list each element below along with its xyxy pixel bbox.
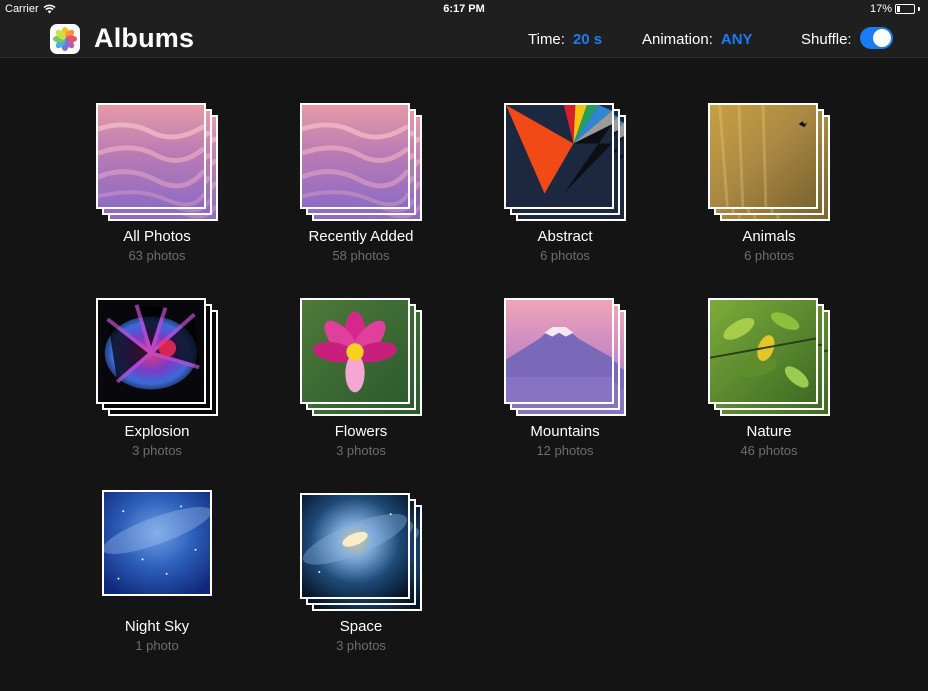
time-value[interactable]: 20 s [573,31,602,48]
animation-value[interactable]: ANY [721,31,753,48]
album-thumbnail [102,490,212,596]
album-count: 1 photo [135,638,179,653]
album-thumbnail [300,298,410,404]
album-name: Animals [742,228,796,245]
album-count: 3 photos [336,638,386,653]
album-item[interactable]: Recently Added 58 photos [281,100,441,270]
album-thumbnail [504,103,614,209]
album-name: Space [339,618,383,635]
album-item[interactable]: Space 3 photos [281,490,441,660]
battery-percent: 17% [869,3,892,15]
album-thumbnail [708,103,818,209]
animation-label: Animation: [642,31,713,48]
album-count: 3 photos [132,443,182,458]
album-count: 6 photos [540,248,590,263]
nav-bar: Albums Time: 20 s Animation: ANY Shuffle: [0,20,928,58]
album-item[interactable]: Night Sky 1 photo [77,490,237,660]
album-thumbnail [96,103,206,209]
battery-indicator: 17% [870,3,920,15]
album-item[interactable]: Animals 6 photos [689,100,849,270]
time-setting[interactable]: Time: 20 s [528,31,602,48]
album-thumbnail [300,493,410,599]
album-name: Night Sky [124,618,190,635]
page-title: Albums [94,23,195,53]
clock: 6:17 PM [443,3,485,15]
photos-app-icon [50,24,80,54]
album-thumbnail [708,298,818,404]
album-thumbnail [504,298,614,404]
album-name: Nature [746,423,792,440]
shuffle-toggle[interactable] [860,27,893,49]
album-thumbnail [96,298,206,404]
animation-setting[interactable]: Animation: ANY [642,31,753,48]
album-name: All Photos [123,228,191,245]
time-label: Time: [528,31,565,48]
album-item[interactable]: Nature 46 photos [689,295,849,465]
album-count: 3 photos [336,443,386,458]
album-count: 46 photos [740,443,798,458]
album-item[interactable]: All Photos 63 photos [77,100,237,270]
album-count: 12 photos [536,443,594,458]
album-name: Flowers [334,423,388,440]
album-name: Abstract [537,228,593,245]
album-count: 58 photos [332,248,390,263]
toggle-knob [873,29,891,47]
album-item[interactable]: Explosion 3 photos [77,295,237,465]
shuffle-label: Shuffle: [801,31,852,48]
album-name: Mountains [530,423,600,440]
album-item[interactable]: Abstract 6 photos [485,100,645,270]
album-item[interactable]: Mountains 12 photos [485,295,645,465]
album-count: 6 photos [744,248,794,263]
album-name: Explosion [124,423,190,440]
status-bar: Carrier 6:17 PM 17% [0,0,928,20]
album-item[interactable]: Flowers 3 photos [281,295,441,465]
album-name: Recently Added [308,228,414,245]
album-count: 63 photos [128,248,186,263]
album-thumbnail [300,103,410,209]
battery-icon [895,4,915,14]
